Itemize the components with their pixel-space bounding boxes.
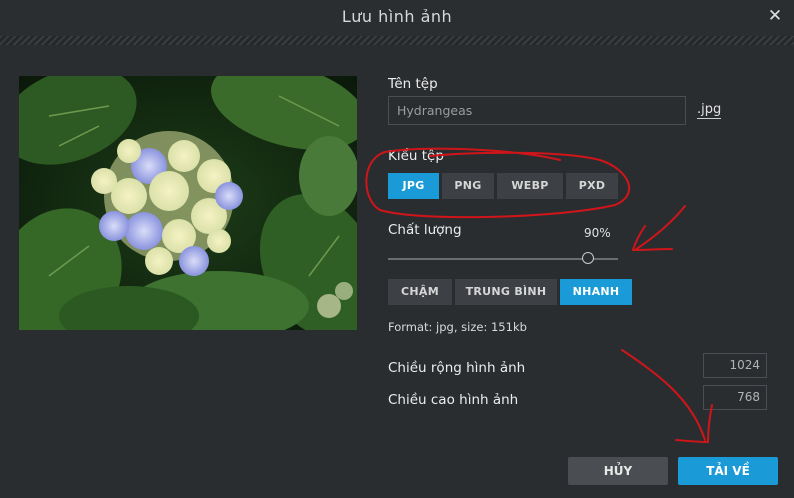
speed-fast-button[interactable]: NHANH [560, 279, 632, 305]
file-name-input[interactable]: Hydrangeas [388, 96, 686, 125]
speed-slow-button[interactable]: CHẬM [388, 279, 452, 305]
download-button[interactable]: TẢI VỀ [678, 457, 778, 485]
annotation-arrowhead-download [675, 404, 713, 444]
file-type-selector: JPG PNG WEBP PXD [388, 173, 618, 199]
image-height-label: Chiều cao hình ảnh [388, 392, 519, 408]
annotation-arrowhead-quality [632, 225, 673, 251]
image-preview [19, 76, 357, 330]
format-info: Format: jpg, size: 151kb [388, 320, 527, 334]
annotation-arrow-quality [634, 205, 686, 251]
file-type-png-button[interactable]: PNG [442, 173, 494, 199]
file-name-label: Tên tệp [388, 76, 438, 92]
file-type-label: Kiểu tệp [388, 148, 444, 164]
file-type-pxd-button[interactable]: PXD [566, 173, 618, 199]
image-height-input[interactable]: 768 [703, 385, 767, 410]
close-icon[interactable]: ✕ [766, 6, 784, 26]
file-extension: .jpg [697, 102, 722, 119]
cancel-button[interactable]: HỦY [568, 457, 668, 485]
image-width-input[interactable]: 1024 [703, 353, 767, 378]
file-type-webp-button[interactable]: WEBP [497, 173, 563, 199]
file-type-jpg-button[interactable]: JPG [388, 173, 439, 199]
speed-medium-button[interactable]: TRUNG BÌNH [455, 279, 557, 305]
annotation-arrow-download [621, 349, 706, 441]
dialog-title: Lưu hình ảnh [341, 7, 453, 26]
quality-label: Chất lượng [388, 222, 462, 238]
quality-slider-thumb[interactable] [582, 252, 594, 264]
speed-selector: CHẬM TRUNG BÌNH NHANH [388, 279, 632, 305]
title-divider [0, 36, 794, 45]
image-width-label: Chiều rộng hình ảnh [388, 360, 526, 376]
quality-value: 90% [584, 226, 611, 240]
